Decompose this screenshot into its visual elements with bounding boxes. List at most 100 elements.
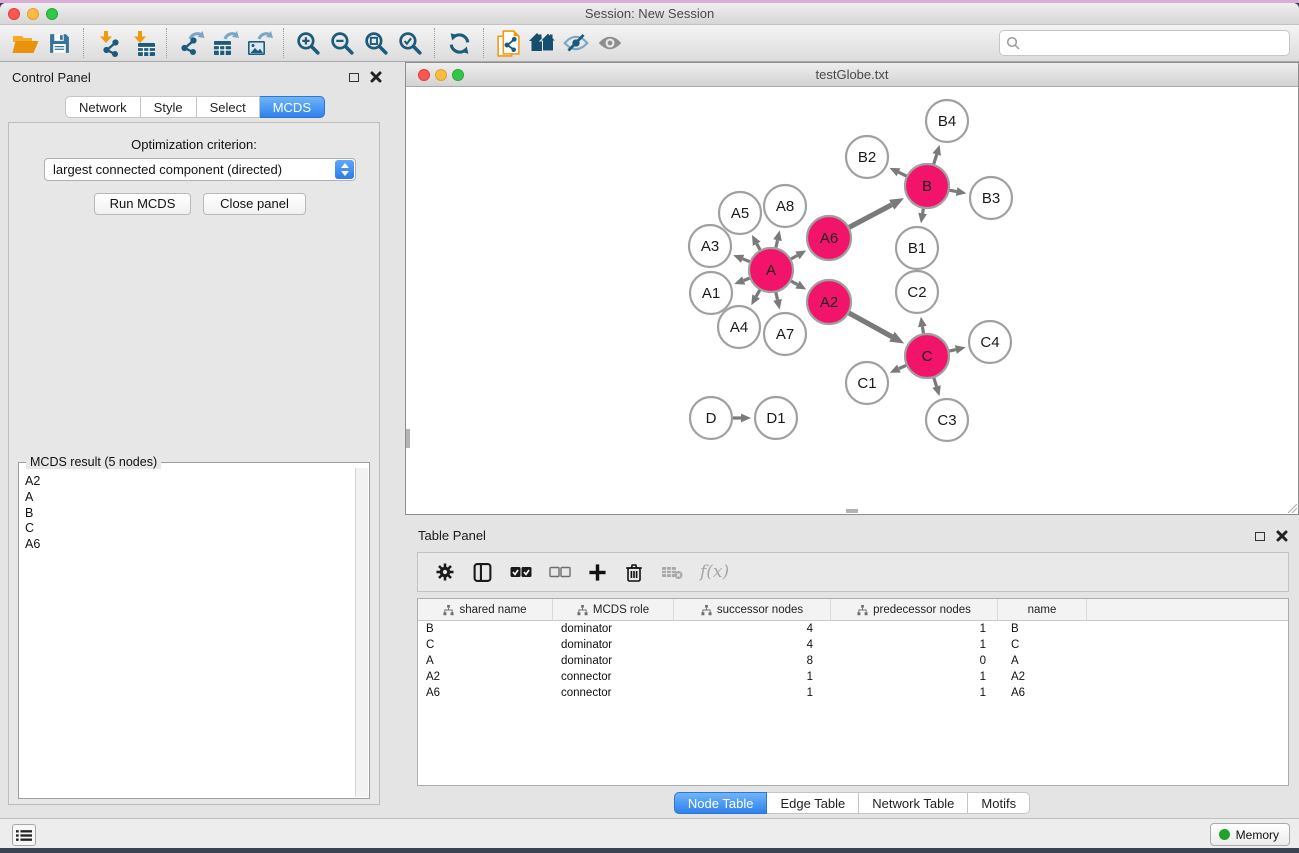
node-C4[interactable]: C4 xyxy=(969,321,1011,363)
column-type-icon xyxy=(701,604,712,616)
edge-A2-C[interactable] xyxy=(847,312,905,344)
edge-A6-B[interactable] xyxy=(847,198,904,228)
table-row[interactable]: Adominator80A xyxy=(418,653,1288,669)
search-input[interactable] xyxy=(1021,33,1289,53)
show-all-button[interactable] xyxy=(593,28,627,58)
float-table-panel-icon[interactable] xyxy=(1255,532,1265,541)
float-panel-icon[interactable] xyxy=(349,73,359,82)
network-minimize-button[interactable] xyxy=(435,69,447,81)
mcds-result-item[interactable]: C xyxy=(25,521,354,537)
close-panel-button[interactable]: Close panel xyxy=(203,193,306,215)
node-A3[interactable]: A3 xyxy=(689,225,731,267)
criterion-dropdown[interactable]: largest connected component (directed) xyxy=(44,158,356,181)
edge-D-D1[interactable] xyxy=(730,414,751,423)
tab-network-table[interactable]: Network Table xyxy=(859,792,968,814)
tab-network[interactable]: Network xyxy=(65,96,141,118)
close-window-button[interactable] xyxy=(8,8,20,20)
node-C[interactable]: C xyxy=(905,334,949,378)
zoom-fit-button[interactable] xyxy=(359,28,393,58)
network-vertical-scrollbar[interactable] xyxy=(406,429,410,448)
network-horizontal-scrollbar[interactable] xyxy=(846,509,858,513)
column-header-name[interactable]: name xyxy=(998,599,1087,621)
tab-style[interactable]: Style xyxy=(141,96,197,118)
edge-C-C1[interactable] xyxy=(890,364,909,373)
export-table-button[interactable] xyxy=(208,28,242,58)
zoom-out-button[interactable] xyxy=(325,28,359,58)
node-C1[interactable]: C1 xyxy=(846,362,888,404)
node-A6[interactable]: A6 xyxy=(807,216,851,260)
edge-B-B4[interactable] xyxy=(933,145,941,167)
node-A[interactable]: A xyxy=(749,248,793,292)
node-A5[interactable]: A5 xyxy=(719,192,761,234)
node-A4[interactable]: A4 xyxy=(718,306,760,348)
close-panel-icon[interactable] xyxy=(370,71,382,83)
node-A7[interactable]: A7 xyxy=(764,313,806,355)
tab-motifs[interactable]: Motifs xyxy=(968,792,1030,814)
save-session-button[interactable] xyxy=(42,28,76,58)
node-C2[interactable]: C2 xyxy=(896,271,938,313)
mcds-result-item[interactable]: A2 xyxy=(25,474,354,490)
mcds-result-list: A2ABCA6 xyxy=(20,468,354,797)
node-C3[interactable]: C3 xyxy=(926,399,968,441)
edge-B-B2[interactable] xyxy=(890,168,909,177)
node-D1[interactable]: D1 xyxy=(755,397,797,439)
create-column-button[interactable] xyxy=(588,563,607,582)
open-session-button[interactable] xyxy=(8,28,42,58)
import-table-button[interactable] xyxy=(125,28,159,58)
network-close-button[interactable] xyxy=(418,69,430,81)
table-row[interactable]: Bdominator41B xyxy=(418,621,1288,637)
show-columns-button[interactable] xyxy=(472,562,493,583)
task-history-button[interactable] xyxy=(12,824,36,846)
mcds-result-item[interactable]: A xyxy=(25,490,354,506)
first-neighbors-button[interactable] xyxy=(525,28,559,58)
node-B3[interactable]: B3 xyxy=(970,177,1012,219)
node-A1[interactable]: A1 xyxy=(690,272,732,314)
tab-select[interactable]: Select xyxy=(197,96,260,118)
mcds-result-item[interactable]: B xyxy=(25,506,354,522)
mcds-result-scrollbar[interactable] xyxy=(355,468,368,797)
table-row[interactable]: A6connector11A6 xyxy=(418,685,1288,701)
table-row[interactable]: A2connector11A2 xyxy=(418,669,1288,685)
node-B2[interactable]: B2 xyxy=(846,136,888,178)
run-mcds-button[interactable]: Run MCDS xyxy=(94,193,191,215)
table-row[interactable]: Cdominator41C xyxy=(418,637,1288,653)
minimize-window-button[interactable] xyxy=(27,8,39,20)
delete-column-button[interactable] xyxy=(624,562,644,583)
network-from-selection-button[interactable] xyxy=(491,28,525,58)
export-network-button[interactable] xyxy=(174,28,208,58)
import-network-button[interactable] xyxy=(91,28,125,58)
edge-C-C3[interactable] xyxy=(932,375,940,396)
refresh-view-button[interactable] xyxy=(442,28,476,58)
select-all-button[interactable] xyxy=(510,566,532,578)
column-label: MCDS role xyxy=(593,604,649,616)
network-maximize-button[interactable] xyxy=(452,69,464,81)
maximize-window-button[interactable] xyxy=(46,8,58,20)
column-header-MCDS-role[interactable]: MCDS role xyxy=(553,599,674,621)
table-options-button[interactable] xyxy=(435,562,455,582)
memory-button[interactable]: Memory xyxy=(1210,823,1290,846)
column-header-shared-name[interactable]: shared name xyxy=(418,599,553,621)
mcds-result-item[interactable]: A6 xyxy=(25,537,354,553)
node-B1[interactable]: B1 xyxy=(896,227,938,269)
deselect-all-button[interactable] xyxy=(549,566,571,578)
node-B4[interactable]: B4 xyxy=(926,100,968,142)
node-D[interactable]: D xyxy=(690,397,732,439)
table-cell: C xyxy=(998,637,1087,653)
column-header-successor-nodes[interactable]: successor nodes xyxy=(674,599,831,621)
zoom-in-button[interactable] xyxy=(291,28,325,58)
column-header-predecessor-nodes[interactable]: predecessor nodes xyxy=(831,599,998,621)
export-image-button[interactable] xyxy=(242,28,276,58)
network-canvas[interactable]: B4 B2 B B3 A5A8A6 B1 A3 A C2 A1 A2 A4A7 C4 C C1 C3 D D1 xyxy=(406,87,1298,514)
tab-mcds[interactable]: MCDS xyxy=(260,96,325,118)
resize-grip-icon[interactable] xyxy=(1286,502,1297,513)
tab-node-table[interactable]: Node Table xyxy=(674,792,768,814)
node-A2[interactable]: A2 xyxy=(807,280,851,324)
table-toolbar: f(x) xyxy=(417,552,1289,592)
node-B[interactable]: B xyxy=(905,164,949,208)
zoom-selected-button[interactable] xyxy=(393,28,427,58)
close-table-panel-icon[interactable] xyxy=(1276,530,1288,542)
hide-selected-button[interactable] xyxy=(559,28,593,58)
column-type-icon xyxy=(577,604,588,616)
node-A8[interactable]: A8 xyxy=(764,185,806,227)
tab-edge-table[interactable]: Edge Table xyxy=(767,792,859,814)
